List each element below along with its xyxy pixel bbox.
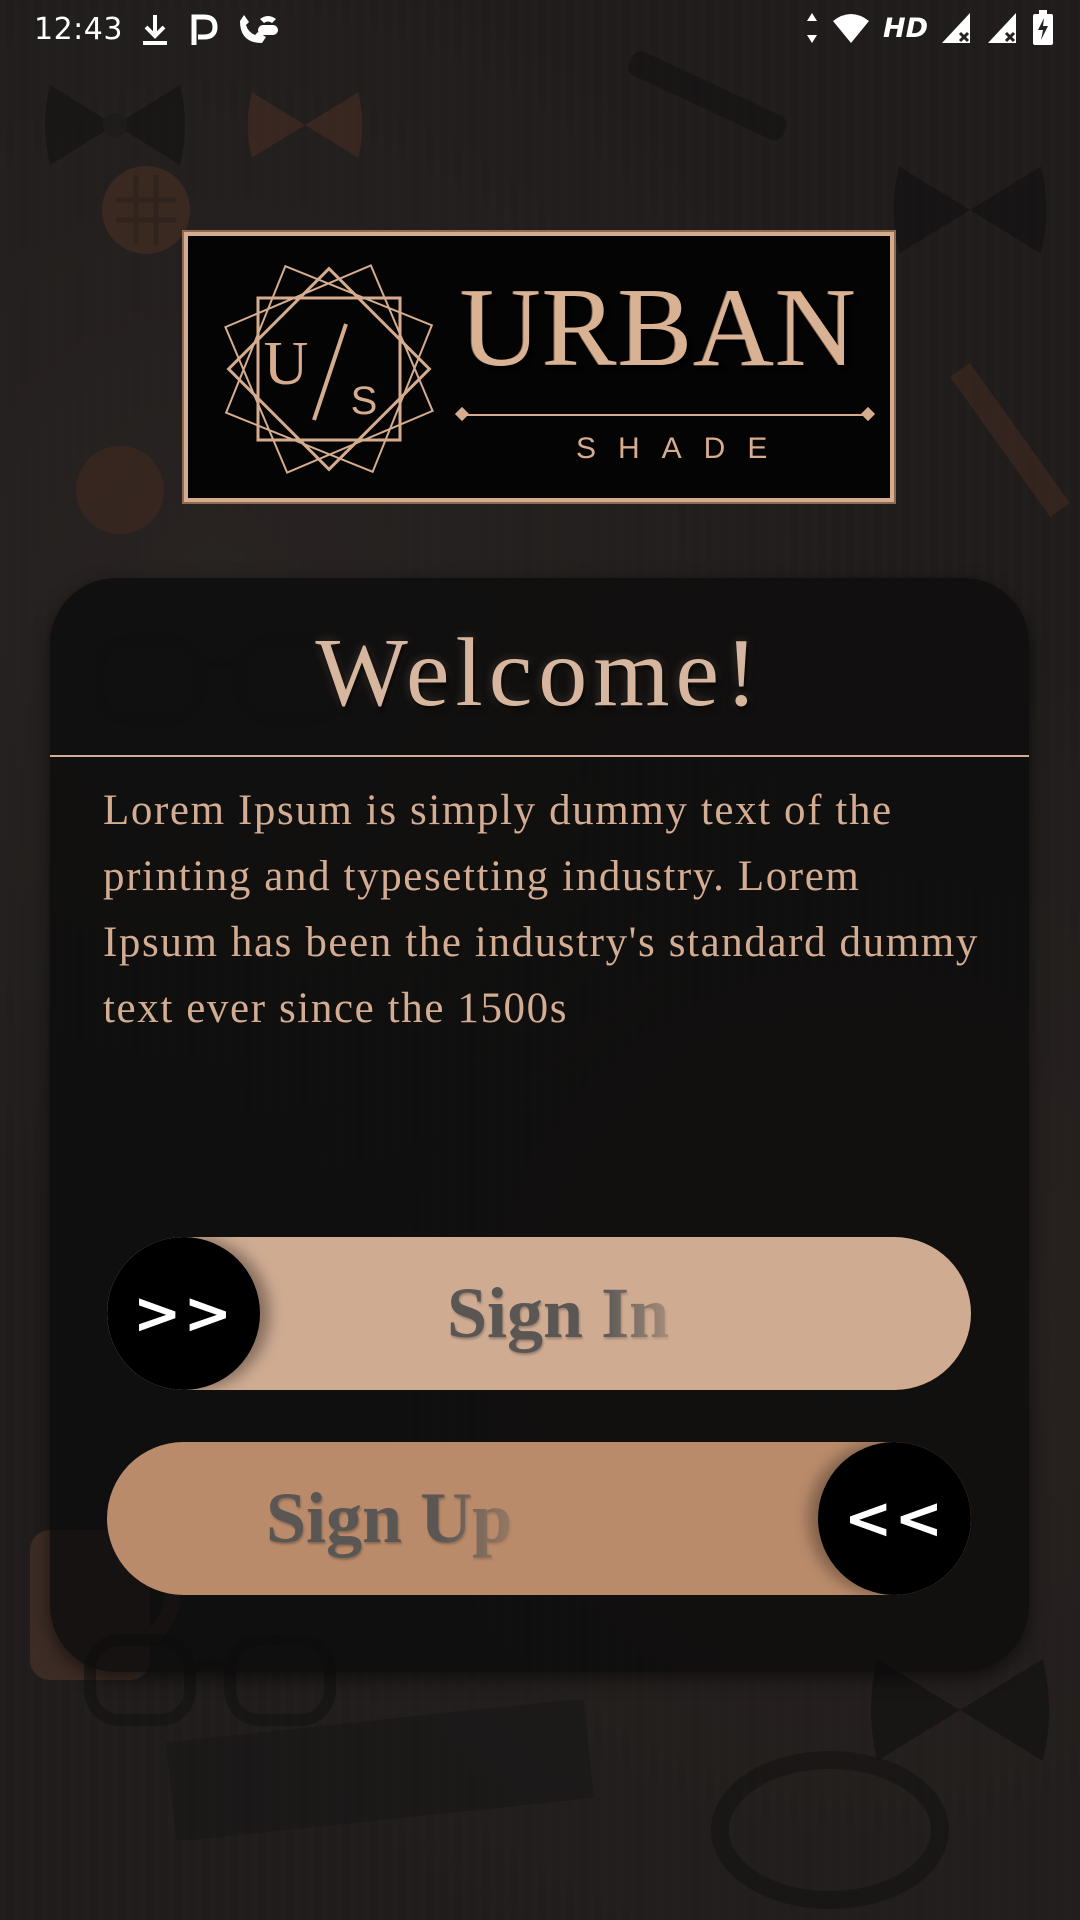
data-arrows-icon [805, 10, 819, 46]
sign-in-slide-knob[interactable]: >> [107, 1237, 260, 1390]
card-header: Welcome! [50, 578, 1029, 757]
battery-charging-icon [1032, 10, 1054, 46]
status-left-icons [140, 12, 280, 48]
sign-up-slide-knob[interactable]: << [818, 1442, 971, 1595]
sign-up-slider[interactable]: Sign Up << [107, 1442, 971, 1595]
status-time: 12:43 [34, 12, 123, 47]
monogram-emblem: U S [224, 264, 434, 474]
signal-x-icon [986, 10, 1020, 46]
wifi-calling-icon [236, 12, 280, 48]
signal-x-icon [940, 10, 974, 46]
status-right-icons: HD [805, 10, 1054, 46]
monogram-right-letter: S [351, 379, 378, 423]
status-bar: 12:43 HD [0, 0, 1080, 62]
p-app-icon [188, 12, 218, 48]
welcome-description: Lorem Ipsum is simply dummy text of the … [103, 787, 979, 1032]
logo-divider [462, 414, 868, 416]
hd-label: HD [882, 12, 928, 44]
sign-in-slider[interactable]: >> Sign In [107, 1237, 971, 1390]
download-icon [140, 12, 170, 48]
welcome-card: Welcome! Lorem Ipsum is simply dummy tex… [50, 578, 1029, 1672]
logo-subtitle: SHADE [576, 432, 790, 465]
sign-up-label: Sign Up [266, 1478, 513, 1558]
logo-wordmark: URBAN [460, 266, 858, 390]
monogram-left-letter: U [264, 330, 309, 398]
sign-in-label: Sign In [447, 1273, 670, 1353]
brand-logo: U S URBAN SHADE [184, 232, 894, 502]
welcome-title: Welcome! [315, 619, 764, 727]
wifi-icon [831, 10, 871, 46]
